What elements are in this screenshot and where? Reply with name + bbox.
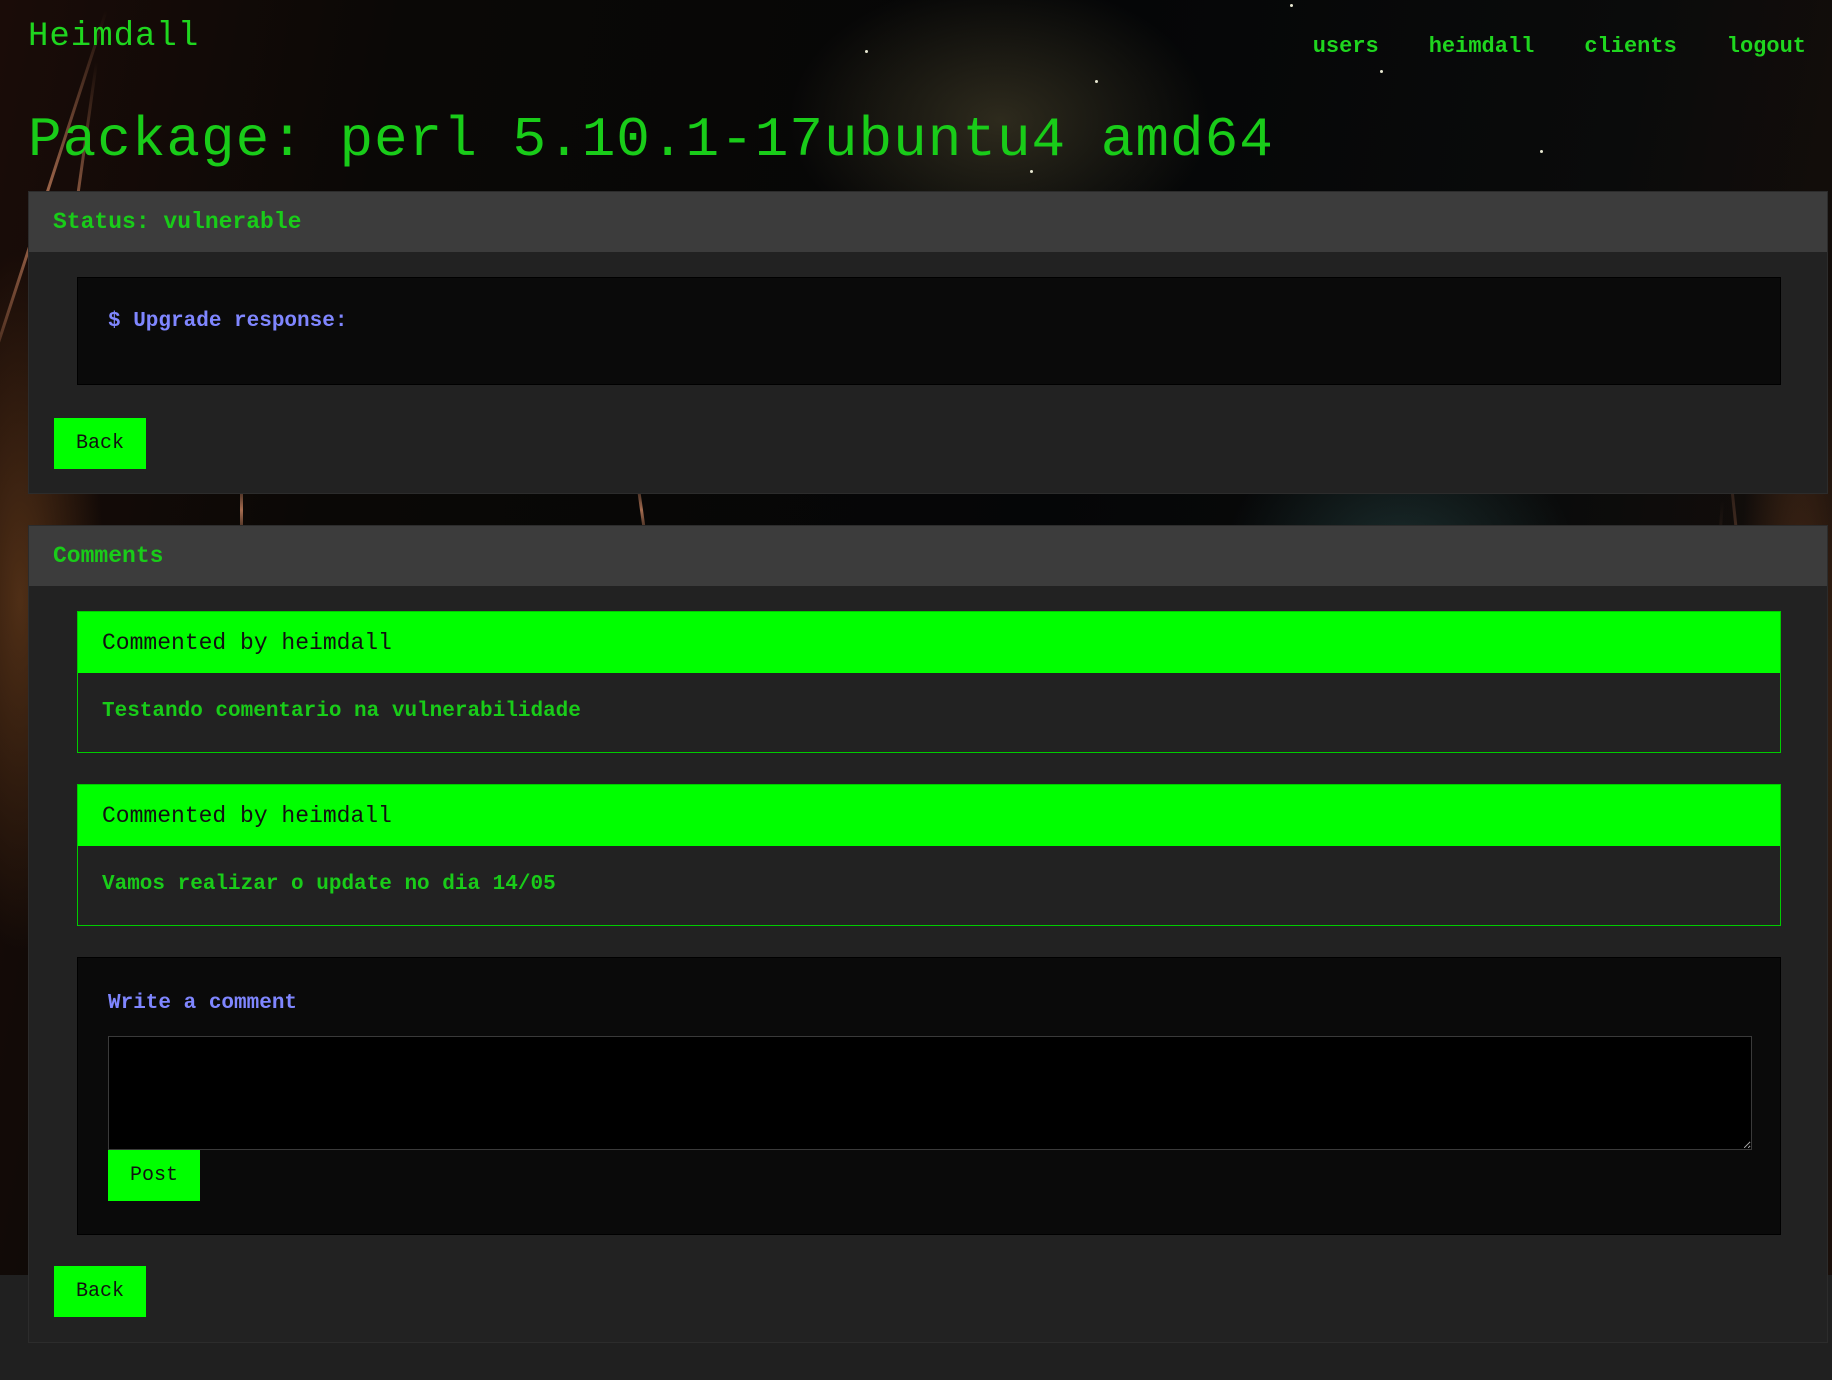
status-heading: Status: vulnerable — [29, 192, 1827, 252]
nav-heimdall-link[interactable]: heimdall — [1429, 34, 1535, 59]
status-panel: Status: vulnerable $ Upgrade response: B… — [28, 191, 1828, 494]
comment-body: Testando comentario na vulnerabilidade — [102, 700, 581, 723]
comment-textarea[interactable] — [108, 1036, 1752, 1150]
write-comment-form: Write a comment Post — [77, 957, 1781, 1235]
comment-card: Commented by heimdall Vamos realizar o u… — [77, 784, 1781, 926]
nav-logout-link[interactable]: logout — [1727, 34, 1806, 59]
comment-body: Vamos realizar o update no dia 14/05 — [102, 873, 556, 896]
upgrade-console: $ Upgrade response: — [77, 277, 1781, 385]
comment-card: Commented by heimdall Testando comentari… — [77, 611, 1781, 753]
main-nav: users heimdall clients logout — [1313, 34, 1806, 59]
post-button[interactable]: Post — [108, 1150, 200, 1201]
nav-users-link[interactable]: users — [1313, 34, 1379, 59]
comments-panel: Comments Commented by heimdall Testando … — [28, 525, 1828, 1343]
top-navbar: Heimdall users heimdall clients logout — [0, 0, 1832, 110]
back-button[interactable]: Back — [54, 418, 146, 469]
upgrade-response-text: $ Upgrade response: — [108, 310, 348, 333]
brand-link[interactable]: Heimdall — [28, 18, 199, 56]
nav-clients-link[interactable]: clients — [1584, 34, 1676, 59]
comments-heading: Comments — [29, 526, 1827, 586]
page-title: Package: perl 5.10.1-17ubuntu4 amd64 — [28, 108, 1274, 172]
comment-author: Commented by heimdall — [78, 612, 1780, 673]
back-button-bottom[interactable]: Back — [54, 1266, 146, 1317]
comment-author: Commented by heimdall — [78, 785, 1780, 846]
write-comment-label: Write a comment — [108, 992, 298, 1015]
